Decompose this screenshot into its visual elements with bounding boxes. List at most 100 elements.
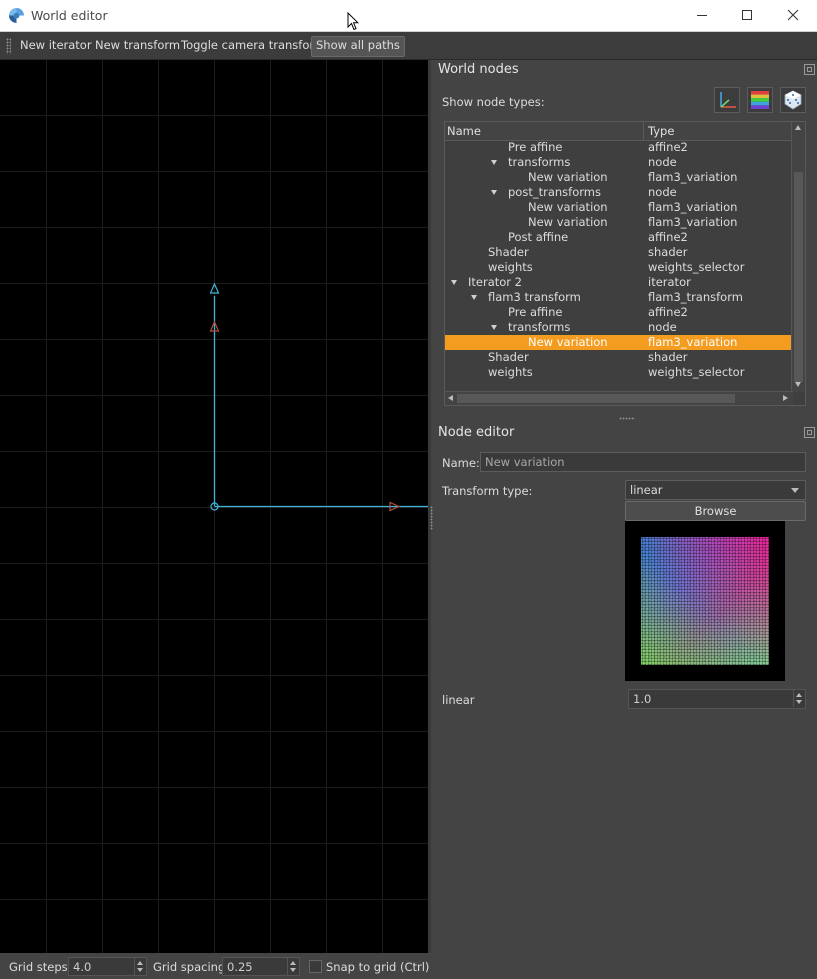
spin-down-icon[interactable] bbox=[137, 968, 143, 972]
grid-steps-spinbox[interactable]: 4.0 bbox=[68, 957, 147, 976]
tree-row[interactable]: flam3 transform flam3_transform bbox=[445, 290, 793, 305]
gradient-filter-button[interactable] bbox=[747, 87, 773, 113]
maximize-button[interactable] bbox=[727, 4, 767, 26]
toggle-camera-transform-button[interactable]: Toggle camera transform bbox=[177, 36, 329, 55]
expand-caret-icon[interactable] bbox=[471, 295, 477, 300]
tree-horizontal-scrollbar[interactable] bbox=[445, 391, 793, 405]
tree-row[interactable]: Shader shader bbox=[445, 350, 793, 365]
grid-spacing-spinbox[interactable]: 0.25 bbox=[222, 957, 300, 976]
transform-type-value: linear bbox=[630, 483, 663, 497]
axes-icon bbox=[720, 92, 736, 108]
mouse-cursor-icon bbox=[347, 12, 359, 31]
tree-row-type: node bbox=[648, 155, 677, 169]
world-nodes-tree[interactable]: Name Type Pre affine affine2 transforms no… bbox=[444, 121, 806, 406]
node-editor-title: Node editor bbox=[438, 425, 515, 440]
spin-arrows[interactable] bbox=[287, 958, 299, 975]
show-all-paths-button[interactable]: Show all paths bbox=[311, 36, 405, 57]
tree-row[interactable]: Post affine affine2 bbox=[445, 230, 793, 245]
tree-row[interactable]: transforms node bbox=[445, 155, 793, 170]
tree-row-type: affine2 bbox=[648, 230, 688, 244]
undock-icon[interactable] bbox=[804, 64, 815, 75]
spin-arrows[interactable] bbox=[134, 958, 146, 975]
dice-icon bbox=[784, 90, 802, 110]
tree-row[interactable]: New variation flam3_variation bbox=[445, 215, 793, 230]
tree-row-name: weights bbox=[488, 365, 533, 379]
tree-row[interactable]: New variation flam3_variation bbox=[445, 170, 793, 185]
main-toolbar: New iterator New transform Toggle camera… bbox=[0, 32, 817, 60]
minimize-icon bbox=[697, 15, 707, 16]
tree-row-type: node bbox=[648, 185, 677, 199]
grid-spacing-value: 0.25 bbox=[227, 960, 253, 974]
tree-row[interactable]: post_transforms node bbox=[445, 185, 793, 200]
new-iterator-button[interactable]: New iterator bbox=[16, 36, 96, 55]
window-title: World editor bbox=[31, 8, 108, 23]
tree-row-name: New variation bbox=[528, 215, 608, 229]
expand-caret-icon[interactable] bbox=[491, 190, 497, 195]
column-separator[interactable] bbox=[643, 122, 644, 140]
toolbar-grip[interactable] bbox=[6, 38, 11, 54]
spin-down-icon[interactable] bbox=[796, 700, 802, 704]
spin-up-icon[interactable] bbox=[290, 961, 296, 965]
tree-row-name: transforms bbox=[508, 320, 571, 334]
tree-row[interactable]: Shader shader bbox=[445, 245, 793, 260]
horizontal-scroll-thumb[interactable] bbox=[457, 394, 735, 403]
world-nodes-title: World nodes bbox=[438, 62, 519, 77]
status-bar: Grid steps: 4.0 Grid spacing: 0.25 Snap … bbox=[0, 954, 817, 979]
tree-row[interactable]: transforms node bbox=[445, 320, 793, 335]
maximize-icon bbox=[742, 10, 752, 20]
grid-steps-label: Grid steps: bbox=[9, 960, 72, 974]
horizontal-splitter-grip[interactable] bbox=[619, 417, 635, 420]
tree-row-type: flam3_variation bbox=[648, 335, 738, 349]
minimize-button[interactable] bbox=[682, 4, 722, 26]
tree-row[interactable]: Pre affine affine2 bbox=[445, 305, 793, 320]
tree-row-type: node bbox=[648, 320, 677, 334]
tree-row-name: Post affine bbox=[508, 230, 569, 244]
scroll-left-icon[interactable] bbox=[448, 395, 453, 401]
expand-caret-icon[interactable] bbox=[451, 280, 457, 285]
viewport-canvas[interactable] bbox=[0, 60, 428, 953]
tree-row[interactable]: weights weights_selector bbox=[445, 365, 793, 380]
tree-row-type: affine2 bbox=[648, 140, 688, 154]
tree-row[interactable]: weights weights_selector bbox=[445, 260, 793, 275]
chevron-down-icon bbox=[791, 488, 799, 493]
column-header-name[interactable]: Name bbox=[447, 124, 481, 138]
name-input[interactable]: New variation bbox=[480, 452, 806, 472]
snap-to-grid-label[interactable]: Snap to grid (Ctrl) bbox=[326, 960, 429, 974]
undock-icon[interactable] bbox=[804, 427, 815, 438]
spin-arrows[interactable] bbox=[793, 690, 805, 707]
scroll-down-icon[interactable] bbox=[795, 382, 801, 387]
scroll-up-icon[interactable] bbox=[795, 125, 801, 130]
axes-filter-button[interactable] bbox=[714, 87, 740, 113]
expand-caret-icon[interactable] bbox=[491, 160, 497, 165]
spin-up-icon[interactable] bbox=[137, 961, 143, 965]
app-icon bbox=[9, 8, 24, 23]
tree-row[interactable]: Pre affine affine2 bbox=[445, 140, 793, 155]
browse-button[interactable]: Browse bbox=[625, 501, 806, 521]
param-value-spinbox[interactable]: 1.0 bbox=[628, 689, 806, 709]
world-viewport[interactable] bbox=[0, 60, 428, 953]
tree-vertical-scrollbar[interactable] bbox=[791, 122, 805, 392]
tree-row[interactable]: New variation flam3_variation bbox=[445, 200, 793, 215]
tree-row-type: flam3_variation bbox=[648, 200, 738, 214]
vertical-scroll-thumb[interactable] bbox=[794, 172, 803, 382]
close-icon bbox=[787, 9, 799, 21]
spin-up-icon[interactable] bbox=[796, 693, 802, 697]
dice-filter-button[interactable] bbox=[780, 87, 806, 113]
spin-down-icon[interactable] bbox=[290, 968, 296, 972]
expand-caret-icon[interactable] bbox=[491, 325, 497, 330]
snap-to-grid-checkbox[interactable] bbox=[309, 960, 322, 973]
tree-row-name: Pre affine bbox=[508, 140, 563, 154]
tree-row-type: flam3_variation bbox=[648, 170, 738, 184]
gradient-icon bbox=[751, 91, 769, 109]
tree-row[interactable]: Iterator 2 iterator bbox=[445, 275, 793, 290]
tree-row-name: transforms bbox=[508, 155, 571, 169]
tree-row-selected[interactable]: New variation flam3_variation bbox=[445, 335, 793, 350]
transform-type-select[interactable]: linear bbox=[625, 480, 806, 500]
scroll-right-icon[interactable] bbox=[783, 395, 788, 401]
vertical-splitter-grip[interactable] bbox=[430, 506, 433, 530]
column-header-type[interactable]: Type bbox=[648, 124, 674, 138]
new-transform-button[interactable]: New transform bbox=[91, 36, 184, 55]
tree-row-name: New variation bbox=[528, 170, 608, 184]
tree-row-name: flam3 transform bbox=[488, 290, 581, 304]
close-button[interactable] bbox=[773, 4, 813, 26]
